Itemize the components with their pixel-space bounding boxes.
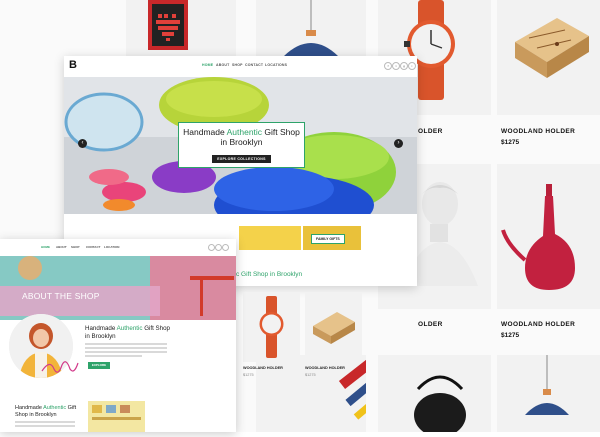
pendant-lamp-image bbox=[284, 0, 338, 56]
nav-location[interactable]: LOCATION bbox=[104, 245, 119, 249]
banner-tile[interactable] bbox=[239, 226, 301, 250]
explore-button[interactable]: EXPLORE bbox=[88, 362, 110, 369]
hero-caption: Handmade Authentic Gift Shop in Brooklyn… bbox=[178, 122, 305, 168]
shop-interior-image bbox=[88, 401, 145, 432]
family-gifts-label[interactable]: FAMILY GIFTS bbox=[311, 234, 345, 244]
nav-shop[interactable]: SHOP bbox=[71, 245, 80, 249]
about-paragraph bbox=[85, 343, 167, 357]
facebook-icon[interactable]: f bbox=[384, 62, 392, 70]
pendant-lamp-image bbox=[525, 355, 569, 415]
pixel-speaker-image bbox=[148, 0, 188, 50]
product-tile[interactable] bbox=[497, 164, 600, 309]
red-decanter-image bbox=[501, 184, 575, 290]
product-title[interactable]: WOODLAND HOLDER bbox=[243, 366, 283, 370]
product-title[interactable]: WOODLAND HOLDER bbox=[501, 321, 575, 328]
about-title: ABOUT THE SHOP bbox=[22, 291, 100, 301]
signature-image bbox=[41, 361, 79, 373]
shop-photo bbox=[88, 401, 145, 432]
site-logo[interactable]: B bbox=[69, 59, 77, 71]
nav-about[interactable]: ABOUT bbox=[216, 63, 229, 67]
google-icon[interactable] bbox=[222, 244, 229, 251]
twitter-icon[interactable]: t bbox=[392, 62, 400, 70]
product-title[interactable]: WOODLAND HOLDER bbox=[501, 128, 575, 135]
product-tile[interactable] bbox=[497, 355, 600, 432]
nav-shop[interactable]: SHOP bbox=[232, 63, 243, 67]
kettle-image bbox=[414, 375, 466, 437]
about-page-mockup: HOME ABOUT SHOP CONTACT LOCATION ABOUT T… bbox=[0, 239, 236, 432]
hero-title: Handmade Authentic Gift Shop in Brooklyn bbox=[183, 127, 300, 147]
nav-home[interactable]: HOME bbox=[41, 245, 50, 249]
orange-watch-image bbox=[259, 296, 284, 358]
about-heading-2: Handmade Authentic Gift Shop in Brooklyn bbox=[15, 405, 77, 418]
about-paragraph-2 bbox=[15, 421, 75, 427]
twitter-icon[interactable] bbox=[215, 244, 222, 251]
nav-locations[interactable]: LOCATIONS bbox=[265, 63, 287, 67]
about-heading: Handmade Authentic Gift Shop in Brooklyn bbox=[85, 325, 170, 340]
facebook-icon[interactable] bbox=[208, 244, 215, 251]
product-tile[interactable] bbox=[256, 0, 366, 56]
about-navbar: HOME ABOUT SHOP CONTACT LOCATION bbox=[0, 239, 236, 256]
product-title[interactable]: WOODLAND HOLDER bbox=[305, 366, 345, 370]
product-tile[interactable] bbox=[305, 292, 362, 362]
nav-contact[interactable]: CONTACT bbox=[245, 63, 263, 67]
product-tile[interactable] bbox=[378, 355, 491, 437]
banner-tile[interactable]: FAMILY GIFTS bbox=[303, 226, 361, 250]
next-slide-arrow[interactable]: › bbox=[394, 139, 403, 148]
prev-slide-arrow[interactable]: ‹ bbox=[78, 139, 87, 148]
product-price: $1275 bbox=[243, 373, 254, 377]
about-banner: ABOUT THE SHOP bbox=[0, 256, 236, 320]
hero-slider: ‹ › Handmade Authentic Gift Shop in Broo… bbox=[64, 77, 417, 214]
nav-home[interactable]: HOME bbox=[202, 63, 213, 67]
wooden-maze-image bbox=[515, 18, 589, 78]
product-tile[interactable] bbox=[243, 292, 300, 362]
wooden-maze-image bbox=[313, 312, 355, 344]
product-price: $1275 bbox=[305, 373, 316, 377]
about-banner-image bbox=[0, 256, 236, 320]
product-title: OLDER bbox=[418, 128, 443, 135]
nav-contact[interactable]: CONTACT bbox=[86, 245, 100, 249]
google-icon[interactable]: g bbox=[400, 62, 408, 70]
product-title: OLDER bbox=[418, 321, 443, 328]
top-navbar: B HOME ABOUT SHOP CONTACT LOCATIONS f t … bbox=[64, 56, 417, 78]
instagram-icon[interactable]: i bbox=[408, 62, 416, 70]
product-price: $1275 bbox=[501, 139, 520, 146]
nav-about[interactable]: ABOUT bbox=[56, 245, 67, 249]
explore-collections-button[interactable]: EXPLORE COLLECTIONS bbox=[212, 155, 271, 163]
product-tile[interactable] bbox=[126, 0, 236, 56]
product-tile[interactable] bbox=[497, 0, 600, 115]
section-title: c Gift Shop in Brooklyn bbox=[236, 271, 303, 278]
product-price: $1275 bbox=[501, 332, 520, 339]
